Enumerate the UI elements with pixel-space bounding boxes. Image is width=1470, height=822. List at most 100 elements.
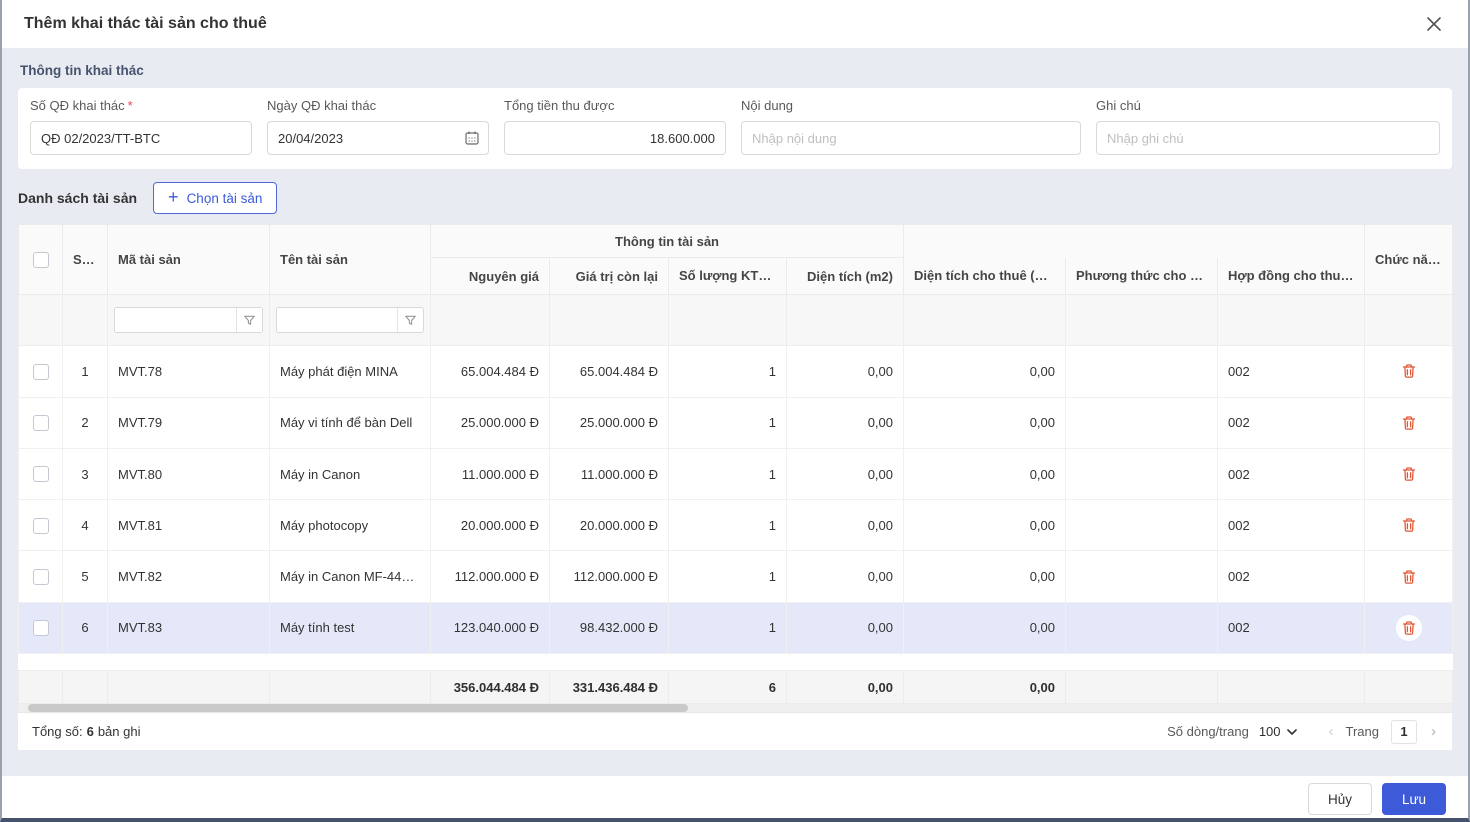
cell-asset-name: Máy vi tính để bàn Dell (269, 396, 431, 449)
cell-original-cost: 65.004.484 Đ (430, 345, 550, 398)
next-page-button[interactable]: › (1429, 723, 1438, 740)
total-rent-area: 0,00 (903, 670, 1066, 704)
trash-icon (1402, 518, 1415, 533)
cell-rent-area: 0,00 (903, 499, 1066, 552)
cell-area: 0,00 (786, 396, 904, 449)
dialog-footer: Hủy Lưu (0, 776, 1470, 822)
filter-asset-name-input[interactable] (277, 308, 397, 333)
cell-contract: 002 (1217, 447, 1365, 501)
current-page-box[interactable]: 1 (1391, 719, 1417, 744)
field-content: Nội dung (741, 98, 1081, 155)
asset-table-card: STT Mã tài sản Tên tài sản Thông tin tài… (18, 224, 1453, 750)
trash-icon (1402, 569, 1415, 584)
delete-row-button[interactable] (1395, 614, 1422, 641)
add-asset-rent-dialog: Thêm khai thác tài sản cho thuê Thông ti… (0, 0, 1470, 822)
cell-contract: 002 (1217, 601, 1365, 655)
cell-asset-code: MVT.81 (107, 499, 270, 552)
close-icon[interactable] (1422, 12, 1446, 36)
cell-asset-code: MVT.80 (107, 447, 270, 501)
cell-remaining-value: 65.004.484 Đ (549, 345, 669, 398)
row-checkbox[interactable] (32, 568, 49, 585)
row-checkbox[interactable] (32, 517, 49, 534)
page-label: Trang (1345, 724, 1379, 739)
col-rent-method: Phương thức cho thuê (1065, 257, 1218, 295)
cell-original-cost: 11.000.000 Đ (430, 447, 550, 501)
totals-row: 356.044.484 Đ 331.436.484 Đ 6 0,00 0,00 (18, 670, 1453, 704)
cell-stt: 4 (62, 499, 108, 552)
page-size-value: 100 (1258, 724, 1281, 739)
cell-rent-method (1065, 601, 1218, 655)
content-input[interactable] (741, 121, 1081, 155)
horizontal-scrollbar (18, 704, 1452, 712)
plus-icon: + (168, 187, 179, 207)
dialog-header: Thêm khai thác tài sản cho thuê (0, 0, 1470, 48)
total-original-cost: 356.044.484 Đ (430, 670, 550, 704)
asset-table: STT Mã tài sản Tên tài sản Thông tin tài… (18, 224, 1453, 704)
cell-asset-name: Máy in Canon MF-445D... (269, 550, 431, 603)
col-area: Diện tích (m2) (786, 257, 904, 295)
field-total-amount: Tổng tiền thu được (504, 98, 726, 155)
scrollbar-thumb[interactable] (28, 704, 688, 712)
row-checkbox-cell (18, 499, 63, 552)
info-form: Số QĐ khai thác* Ngày QĐ khai thác (18, 88, 1452, 169)
cell-area: 0,00 (786, 550, 904, 603)
cell-original-cost: 25.000.000 Đ (430, 396, 550, 449)
cell-actions (1364, 447, 1453, 501)
pagination-controls: Số dòng/trang 100 ‹ Trang 1 › (1167, 719, 1438, 744)
choose-asset-button[interactable]: + Chọn tài sản (153, 182, 278, 214)
row-checkbox[interactable] (32, 620, 49, 637)
note-input[interactable] (1096, 121, 1440, 155)
col-quantity: Số lượng KT (668, 257, 787, 295)
cell-asset-code: MVT.82 (107, 550, 270, 603)
table-row: 2 MVT.79 Máy vi tính để bàn Dell 25.000.… (18, 396, 1453, 449)
trash-icon (1402, 364, 1415, 379)
cell-original-cost: 112.000.000 Đ (430, 550, 550, 603)
filter-funnel-icon[interactable] (236, 308, 262, 333)
delete-row-button[interactable] (1396, 358, 1422, 384)
filter-asset-code-input[interactable] (115, 308, 236, 333)
cell-rent-method (1065, 550, 1218, 603)
select-all-checkbox[interactable] (32, 251, 49, 268)
filter-row (18, 293, 1453, 347)
cell-asset-code: MVT.79 (107, 396, 270, 449)
cell-rent-method (1065, 396, 1218, 449)
cell-stt: 2 (62, 396, 108, 449)
cell-stt: 1 (62, 345, 108, 398)
calendar-icon[interactable] (464, 130, 480, 151)
trash-icon (1402, 467, 1415, 481)
page-size-select[interactable]: 100 (1259, 724, 1297, 739)
decision-date-input[interactable] (267, 121, 489, 155)
delete-row-button[interactable] (1396, 410, 1422, 436)
row-checkbox-cell (18, 345, 63, 398)
record-count-label: Tổng số: (32, 724, 83, 739)
total-amount-input[interactable] (504, 121, 726, 155)
record-count: Tổng số: 6 bản ghi (32, 724, 140, 739)
row-checkbox[interactable] (32, 363, 49, 380)
cell-rent-area: 0,00 (903, 447, 1066, 501)
col-original-cost: Nguyên giá (430, 257, 550, 295)
filter-funnel-icon[interactable] (397, 308, 423, 333)
table-row: 6 MVT.83 Máy tính test 123.040.000 Đ 98.… (18, 601, 1453, 655)
delete-row-button[interactable] (1396, 461, 1422, 487)
delete-row-button[interactable] (1396, 564, 1422, 590)
prev-page-button[interactable]: ‹ (1327, 723, 1336, 740)
cell-actions (1364, 601, 1453, 655)
save-button[interactable]: Lưu (1382, 783, 1446, 815)
row-checkbox[interactable] (32, 415, 49, 432)
row-checkbox-cell (18, 396, 63, 449)
col-remaining-value: Giá trị còn lại (549, 257, 669, 295)
required-marker: * (127, 98, 133, 113)
asset-list-header: Danh sách tài sản + Chọn tài sản (18, 182, 1452, 214)
cell-rent-method (1065, 447, 1218, 501)
col-rent-contract: Hợp đồng cho thuê (*) (1217, 257, 1365, 295)
total-quantity: 6 (668, 670, 787, 704)
cell-stt: 6 (62, 601, 108, 655)
row-checkbox[interactable] (32, 466, 49, 483)
decision-number-input[interactable] (30, 121, 252, 155)
cell-area: 0,00 (786, 601, 904, 655)
cell-rent-method (1065, 345, 1218, 398)
delete-row-button[interactable] (1396, 512, 1422, 538)
cell-quantity: 1 (668, 345, 787, 398)
row-checkbox-cell (18, 550, 63, 603)
cancel-button[interactable]: Hủy (1308, 783, 1372, 815)
